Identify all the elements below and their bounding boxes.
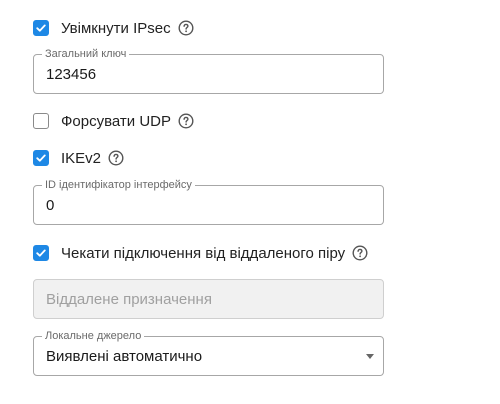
interface-id-field[interactable]: ID ідентифікатор інтерфейсу 0 [33, 178, 384, 225]
wait-peer-checkbox[interactable] [33, 245, 49, 261]
remote-destination-field: Віддалене призначення [33, 279, 384, 319]
ikev2-label: IKEv2 [61, 149, 102, 167]
caret-down-icon [366, 354, 374, 359]
interface-id-legend: ID ідентифікатор інтерфейсу [42, 178, 195, 192]
shared-key-field[interactable]: Загальний ключ 123456 [33, 47, 384, 94]
interface-id-value: 0 [46, 197, 55, 214]
help-icon[interactable] [352, 245, 368, 261]
checkmark-icon [36, 24, 46, 32]
ikev2-row[interactable]: IKEv2 [33, 148, 124, 168]
shared-key-legend: Загальний ключ [42, 47, 130, 61]
force-udp-label: Форсувати UDP [61, 112, 171, 130]
enable-ipsec-label: Увімкнути IPsec [61, 19, 171, 37]
checkmark-icon [36, 154, 46, 162]
local-source-legend: Локальне джерело [42, 329, 145, 343]
local-source-select[interactable]: Локальне джерело Виявлені автоматично [33, 329, 384, 376]
wait-peer-label: Чекати підключення від віддаленого піру [61, 244, 346, 262]
shared-key-value: 123456 [46, 66, 97, 83]
wait-peer-row[interactable]: Чекати підключення від віддаленого піру [33, 243, 368, 263]
local-source-value: Виявлені автоматично [46, 348, 203, 365]
help-icon[interactable] [178, 113, 194, 129]
checkmark-icon [36, 249, 46, 257]
enable-ipsec-checkbox[interactable] [33, 20, 49, 36]
remote-destination-placeholder: Віддалене призначення [46, 291, 212, 308]
enable-ipsec-row[interactable]: Увімкнути IPsec [33, 18, 194, 38]
force-udp-checkbox[interactable] [33, 113, 49, 129]
ikev2-checkbox[interactable] [33, 150, 49, 166]
help-icon[interactable] [178, 20, 194, 36]
force-udp-row[interactable]: Форсувати UDP [33, 111, 194, 131]
help-icon[interactable] [108, 150, 124, 166]
